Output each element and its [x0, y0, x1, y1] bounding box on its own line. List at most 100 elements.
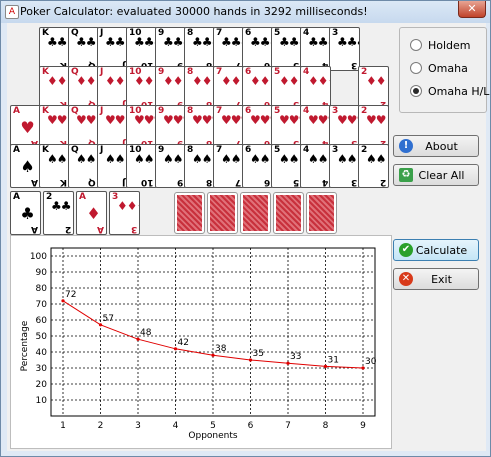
card-rank-inverted: A	[31, 177, 38, 187]
board-card-slot-4[interactable]	[273, 192, 304, 234]
deck-card-spades-2[interactable]: 2 ♠♠ 2	[358, 144, 389, 188]
clear-all-button[interactable]: ♻ Clear All	[393, 164, 479, 186]
deck-card-diamonds-K[interactable]: K ♦♦ K	[39, 66, 70, 110]
deck-card-hearts-5[interactable]: 5♥♥♥♥♥5	[271, 105, 302, 149]
deck-card-spades-Q[interactable]: Q ♠♠ Q	[68, 144, 99, 188]
deck-card-spades-J[interactable]: J ♠♠ J	[97, 144, 128, 188]
title-bar[interactable]: A Poker Calculator: evaluated 30000 hand…	[1, 1, 490, 23]
deck-card-spades-K[interactable]: K ♠♠ K	[39, 144, 70, 188]
deck-card-clubs-10[interactable]: 10♣♣♣♣♣♣♣♣♣♣10	[126, 27, 157, 71]
deck-card-diamonds-4[interactable]: 4♦♦♦♦4	[300, 66, 331, 110]
y-tick-label: 50	[36, 332, 48, 342]
deck-card-hearts-A[interactable]: A ♥ A	[10, 105, 41, 149]
deck-card-hearts-J[interactable]: J ♥♥ J	[97, 105, 128, 149]
deck-card-hearts-7[interactable]: 7♥♥♥♥♥♥♥7	[213, 105, 244, 149]
card-rank-inverted: 2	[64, 224, 71, 234]
radio-omaha-h-l[interactable]: Omaha H/L	[410, 84, 489, 98]
deck-card-hearts-4[interactable]: 4♥♥♥♥4	[300, 105, 331, 149]
deck-card-clubs-K[interactable]: K ♣♣ K	[39, 27, 70, 71]
deck-card-spades-10[interactable]: 10♠♠♠♠♠♠♠♠♠♠10	[126, 144, 157, 188]
card-suit-pips: ♥♥	[105, 113, 126, 127]
deck-card-diamonds-2[interactable]: 2 ♦♦ 2	[358, 66, 389, 110]
deck-card-clubs-J[interactable]: J ♣♣ J	[97, 27, 128, 71]
x-tick-label: 7	[285, 421, 291, 431]
deck-card-diamonds-6[interactable]: 6♦♦♦♦♦♦6	[242, 66, 273, 110]
hand-card-2[interactable]: 2 ♣♣ 2	[43, 191, 74, 235]
close-button[interactable]: ✕	[458, 1, 486, 18]
deck-card-hearts-10[interactable]: 10♥♥♥♥♥♥♥♥♥♥10	[126, 105, 157, 149]
y-tick-label: 20	[36, 380, 48, 390]
hand-card-4[interactable]: 3♦♦♦3	[109, 191, 140, 235]
deck-card-spades-7[interactable]: 7♠♠♠♠♠♠♠7	[213, 144, 244, 188]
deck-card-spades-3[interactable]: 3♠♠♠3	[329, 144, 360, 188]
deck-card-clubs-4[interactable]: 4♣♣♣♣4	[300, 27, 331, 71]
deck-card-spades-A[interactable]: A ♠ A	[10, 144, 41, 188]
card-rank-inverted: K	[60, 177, 67, 187]
deck-card-diamonds-Q[interactable]: Q ♦♦ Q	[68, 66, 99, 110]
deck-card-hearts-Q[interactable]: Q ♥♥ Q	[68, 105, 99, 149]
x-tick-label: 3	[135, 421, 141, 431]
card-rank-inverted: A	[97, 224, 104, 234]
deck-card-hearts-9[interactable]: 9♥♥♥♥♥♥♥♥♥9	[155, 105, 186, 149]
data-label: 57	[103, 314, 114, 324]
deck-card-spades-8[interactable]: 8♠♠♠♠♠♠♠♠8	[184, 144, 215, 188]
deck-card-clubs-7[interactable]: 7♣♣♣♣♣♣♣7	[213, 27, 244, 71]
board-card-slot-3[interactable]	[240, 192, 271, 234]
x-tick-label: 8	[323, 421, 329, 431]
deck-card-clubs-5[interactable]: 5♣♣♣♣♣5	[271, 27, 302, 71]
deck-card-clubs-8[interactable]: 8♣♣♣♣♣♣♣♣8	[184, 27, 215, 71]
data-label: 35	[253, 349, 264, 359]
deck-card-diamonds-8[interactable]: 8♦♦♦♦♦♦♦♦8	[184, 66, 215, 110]
card-rank-inverted: 3	[350, 177, 357, 187]
deck-card-diamonds-9[interactable]: 9♦♦♦♦♦♦♦♦♦9	[155, 66, 186, 110]
card-rank: J	[100, 67, 104, 77]
window-title: Poker Calculator: evaluated 30000 hands …	[20, 5, 368, 18]
x-tick-label: 2	[98, 421, 104, 431]
deck-card-spades-4[interactable]: 4♠♠♠♠4	[300, 144, 331, 188]
radio-button[interactable]	[410, 62, 422, 74]
deck-card-hearts-6[interactable]: 6♥♥♥♥♥♥6	[242, 105, 273, 149]
about-button[interactable]: ! About	[393, 135, 479, 157]
y-tick-label: 80	[36, 284, 48, 294]
deck-card-clubs-9[interactable]: 9♣♣♣♣♣♣♣♣♣9	[155, 27, 186, 71]
deck-card-clubs-3[interactable]: 3♣♣♣3	[329, 27, 360, 71]
radio-holdem[interactable]: Holdem	[410, 38, 471, 52]
radio-button[interactable]	[410, 85, 422, 97]
card-rank-inverted: 8	[205, 177, 212, 187]
radio-omaha[interactable]: Omaha	[410, 61, 468, 75]
deck-card-spades-9[interactable]: 9♠♠♠♠♠♠♠♠♠9	[155, 144, 186, 188]
deck-card-clubs-6[interactable]: 6♣♣♣♣♣♣6	[242, 27, 273, 71]
client-area: K♣♣KQ♣♣QJ♣♣J10♣♣♣♣♣♣♣♣♣♣109♣♣♣♣♣♣♣♣♣98♣♣…	[7, 23, 489, 451]
deck-card-diamonds-10[interactable]: 10♦♦♦♦♦♦♦♦♦♦10	[126, 66, 157, 110]
exit-label: Exit	[431, 272, 452, 286]
calculate-button[interactable]: ✔ Calculate	[393, 239, 479, 261]
x-tick-label: 6	[248, 421, 254, 431]
deck-card-spades-6[interactable]: 6♠♠♠♠♠♠6	[242, 144, 273, 188]
exit-button[interactable]: ✕ Exit	[393, 268, 479, 290]
card-rank-inverted: 5	[292, 177, 299, 187]
hand-card-1[interactable]: A ♣ A	[10, 191, 41, 235]
deck-card-spades-5[interactable]: 5♠♠♠♠♠5	[271, 144, 302, 188]
deck-card-diamonds-5[interactable]: 5♦♦♦♦♦5	[271, 66, 302, 110]
card-rank-inverted: J	[121, 177, 125, 187]
radio-button[interactable]	[410, 39, 422, 51]
deck-card-hearts-2[interactable]: 2 ♥♥ 2	[358, 105, 389, 149]
card-rank-inverted: Q	[88, 177, 96, 187]
deck-card-clubs-Q[interactable]: Q ♣♣ Q	[68, 27, 99, 71]
y-tick-label: 90	[36, 268, 48, 278]
card-suit-pips: ♠♠	[105, 152, 126, 166]
deck-card-diamonds-7[interactable]: 7♦♦♦♦♦♦♦7	[213, 66, 244, 110]
equity-chart: 10 20 30 40 50 60 70 80 90 100 1 2 3 4 5 6 7 8 9 72 57 48 42 38…	[10, 235, 392, 449]
deck-card-hearts-3[interactable]: 3♥♥♥3	[329, 105, 360, 149]
card-rank-inverted: 3	[130, 224, 137, 234]
board-card-slot-1[interactable]	[174, 192, 205, 234]
board-card-slot-2[interactable]	[207, 192, 238, 234]
radio-label: Holdem	[428, 38, 471, 52]
deck-card-hearts-K[interactable]: K ♥♥ K	[39, 105, 70, 149]
data-label: 48	[140, 328, 152, 338]
hand-card-3[interactable]: A ♦ A	[76, 191, 107, 235]
board-card-slot-5[interactable]	[306, 192, 337, 234]
deck-card-hearts-8[interactable]: 8♥♥♥♥♥♥♥♥8	[184, 105, 215, 149]
deck-card-diamonds-J[interactable]: J ♦♦ J	[97, 66, 128, 110]
card-rank: J	[100, 28, 104, 38]
